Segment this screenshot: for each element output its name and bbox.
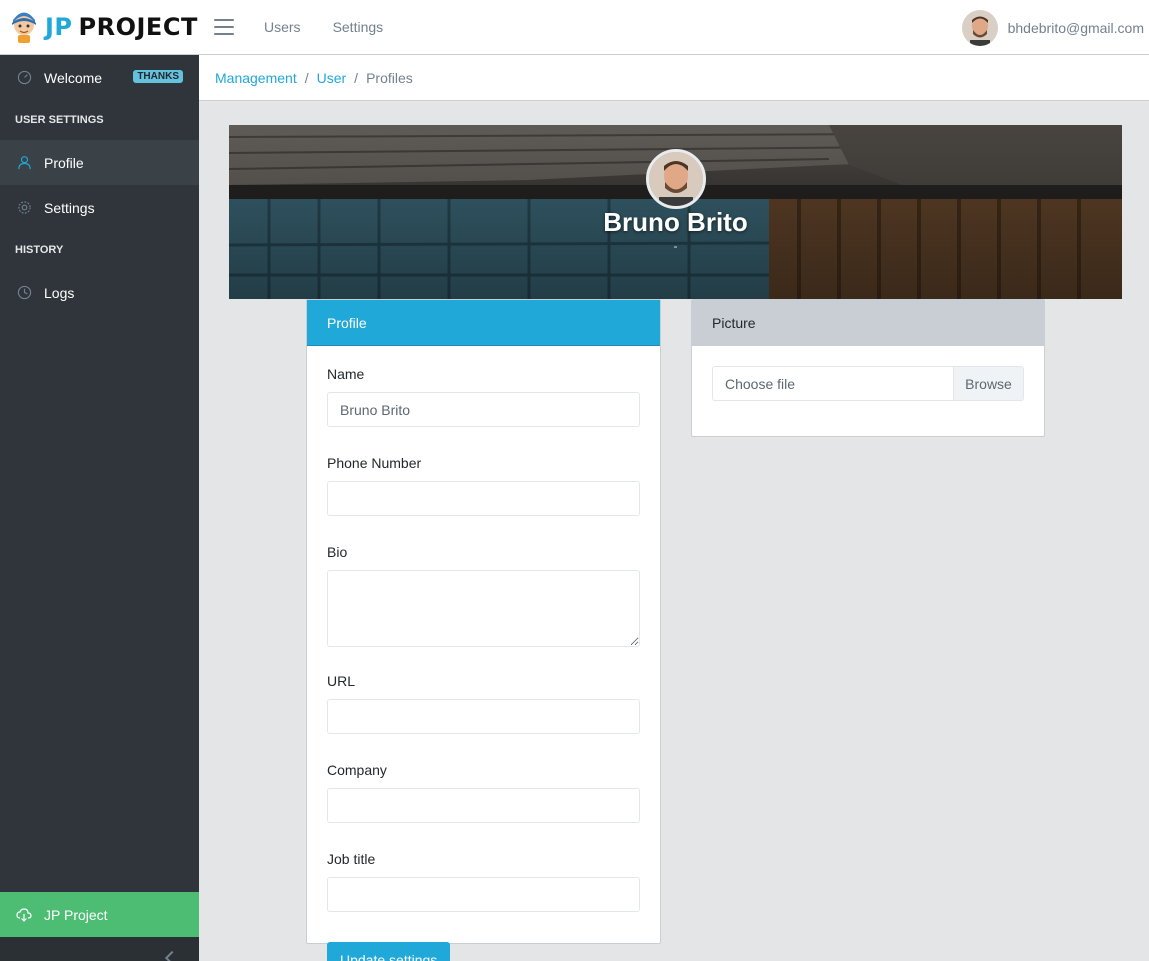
sidebar-item-label: Profile xyxy=(44,154,84,171)
breadcrumb: Management / User / Profiles xyxy=(199,55,1149,101)
sidebar-title-history: HISTORY xyxy=(15,244,64,256)
picture-card: Picture Choose file Browse xyxy=(691,299,1045,437)
breadcrumb-current: Profiles xyxy=(366,69,413,86)
url-field[interactable] xyxy=(327,699,640,734)
company-label: Company xyxy=(327,762,387,778)
sidebar-item-welcome[interactable]: Welcome THANKS xyxy=(0,55,199,100)
breadcrumb-management[interactable]: Management xyxy=(215,70,297,86)
app-header: JP PROJECT Users Settings bhdebrito@gmail… xyxy=(0,0,1149,55)
sidebar-minimizer[interactable] xyxy=(0,937,199,961)
update-settings-button[interactable]: Update settings xyxy=(327,942,451,961)
picture-card-title: Picture xyxy=(692,300,1044,346)
breadcrumb-user[interactable]: User xyxy=(317,70,347,86)
job-title-label: Job title xyxy=(327,851,376,867)
brand[interactable]: JP PROJECT xyxy=(0,0,200,55)
sidebar-footer-label: JP Project xyxy=(44,906,108,923)
brand-logo-icon xyxy=(8,11,40,43)
profile-form-card: Profile Name Bruno Brito Phone Number Bi… xyxy=(306,299,661,961)
chevron-left-icon xyxy=(164,950,180,961)
sidebar: Welcome THANKS USER SETTINGS Profile Set… xyxy=(0,55,199,961)
profile-card-title: Profile xyxy=(307,300,660,346)
sidebar-item-label: Welcome xyxy=(44,69,103,86)
browse-button[interactable]: Browse xyxy=(953,367,1023,400)
brand-jp: JP xyxy=(45,13,73,41)
clock-icon xyxy=(16,285,32,301)
user-menu[interactable]: bhdebrito@gmail.com xyxy=(961,0,1144,55)
user-icon xyxy=(16,155,32,171)
sidebar-item-settings[interactable]: Settings xyxy=(0,185,199,230)
file-input[interactable]: Choose file Browse xyxy=(712,366,1024,401)
profile-avatar[interactable] xyxy=(646,149,706,209)
user-email: bhdebrito@gmail.com xyxy=(1007,19,1144,36)
name-label: Name xyxy=(327,366,365,382)
sidebar-item-label: Logs xyxy=(44,284,75,301)
gear-icon xyxy=(16,200,32,216)
phone-label: Phone Number xyxy=(327,455,422,471)
url-label: URL xyxy=(327,673,356,689)
avatar[interactable] xyxy=(961,9,998,46)
sidebar-toggle-icon[interactable] xyxy=(214,19,234,35)
brand-project: PROJECT xyxy=(78,13,198,41)
phone-field[interactable] xyxy=(327,481,640,516)
speedometer-icon xyxy=(16,70,32,86)
sidebar-title-user-settings: USER SETTINGS xyxy=(15,114,104,126)
sidebar-item-label: Settings xyxy=(44,199,95,216)
sidebar-footer-jp-project[interactable]: JP Project xyxy=(0,892,199,937)
profile-name: Bruno Brito xyxy=(603,207,748,237)
breadcrumb-separator: / xyxy=(304,69,309,86)
breadcrumb-separator: / xyxy=(354,69,359,86)
bio-label: Bio xyxy=(327,544,348,560)
nav-users[interactable]: Users xyxy=(264,19,301,35)
nav-settings[interactable]: Settings xyxy=(333,19,384,35)
profile-banner: Bruno Brito - xyxy=(229,125,1122,299)
company-field[interactable] xyxy=(327,788,640,823)
sidebar-item-profile[interactable]: Profile xyxy=(0,140,199,185)
sidebar-item-logs[interactable]: Logs xyxy=(0,270,199,315)
thanks-badge: THANKS xyxy=(133,70,183,83)
job-title-field[interactable] xyxy=(327,877,640,912)
cloud-download-icon xyxy=(16,907,32,923)
file-input-label[interactable]: Choose file xyxy=(713,367,953,400)
bio-field[interactable] xyxy=(327,570,640,647)
profile-subtitle: - xyxy=(673,239,678,253)
name-field[interactable]: Bruno Brito xyxy=(327,392,640,427)
